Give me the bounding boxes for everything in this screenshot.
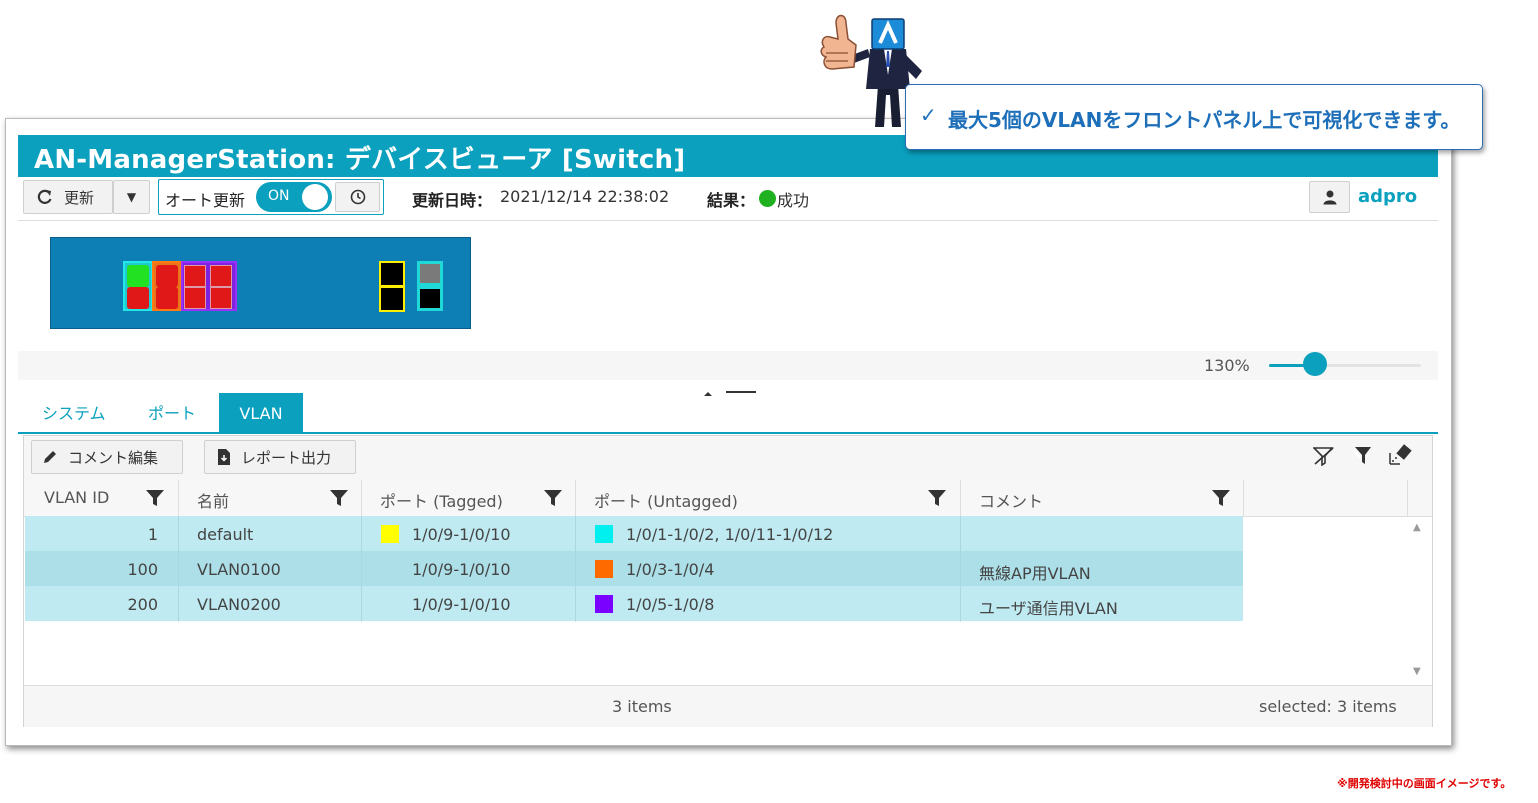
port-6[interactable] (184, 287, 206, 309)
untagged-color-swatch (595, 595, 613, 613)
untagged-color-swatch (595, 560, 613, 578)
caret-down-icon: ▼ (126, 190, 137, 204)
switch-front-panel[interactable] (50, 237, 471, 329)
filter-icon[interactable] (544, 489, 562, 507)
user-icon (1323, 190, 1336, 205)
collapse-icon (704, 391, 756, 396)
cell-vlan-id: 1 (147, 525, 158, 544)
port-2[interactable] (127, 287, 149, 309)
comment-edit-label: コメント編集 (68, 448, 159, 467)
port-12[interactable] (417, 286, 443, 311)
column-header-vlan-id[interactable]: VLAN ID (44, 488, 109, 507)
selected-count: selected: 3 items (1259, 697, 1397, 716)
refresh-label: 更新 (64, 188, 95, 207)
report-output-label: レポート出力 (241, 448, 332, 467)
refresh-interval-button[interactable] (335, 182, 380, 212)
refresh-dropdown-button[interactable]: ▼ (113, 180, 150, 214)
filter-icon[interactable] (928, 489, 946, 507)
footnote: ※開発検討中の画面イメージです。 (1337, 777, 1512, 790)
cell-comment: 無線AP用VLAN (979, 564, 1091, 583)
port-4[interactable] (156, 287, 178, 309)
callout-text: 最大5個のVLANをフロントパネル上で可視化できます。 (948, 108, 1461, 132)
cell-name: VLAN0200 (197, 595, 281, 614)
tab-vlan[interactable]: VLAN (219, 393, 303, 433)
refresh-button[interactable]: 更新 (23, 180, 113, 214)
column-divider (960, 516, 961, 621)
cell-untagged-ports: 1/0/1-1/0/2, 1/0/11-1/0/12 (626, 525, 834, 544)
status-dot-icon (759, 190, 776, 207)
cell-vlan-id: 100 (127, 560, 158, 579)
updated-time-value: 2021/12/14 22:38:02 (500, 187, 670, 206)
updated-time-label: 更新日時： (412, 191, 493, 210)
refresh-icon (37, 189, 52, 204)
auto-refresh-label: オート更新 (165, 191, 246, 210)
port-3[interactable] (156, 265, 178, 287)
untagged-color-swatch (595, 525, 613, 543)
pencil-icon (44, 451, 56, 463)
tab-port[interactable]: ポート (148, 400, 196, 424)
cell-name: default (197, 525, 254, 544)
port-10[interactable] (379, 286, 405, 312)
panel-splitter[interactable] (704, 382, 756, 396)
port-1[interactable] (127, 265, 149, 287)
port-9[interactable] (379, 261, 405, 287)
port-5[interactable] (184, 265, 206, 287)
item-count: 3 items (612, 697, 672, 716)
scroll-down-icon[interactable]: ▼ (1413, 666, 1421, 677)
toggle-knob[interactable] (302, 184, 328, 210)
cell-tagged-ports: 1/0/9-1/0/10 (412, 525, 511, 544)
column-header-comment[interactable]: コメント (979, 488, 1043, 512)
cell-name: VLAN0100 (197, 560, 281, 579)
window-title: AN-ManagerStation: デバイスビューア [Switch] (34, 145, 686, 175)
scroll-up-icon[interactable]: ▲ (1413, 522, 1421, 533)
comment-edit-button[interactable]: コメント編集 (31, 440, 183, 474)
filter-options-icon[interactable] (1352, 446, 1376, 466)
result-label: 結果： (707, 191, 756, 210)
cell-vlan-id: 200 (127, 595, 158, 614)
clear-filter-icon[interactable] (1313, 446, 1335, 466)
column-header-tagged[interactable]: ポート (Tagged) (380, 488, 503, 512)
port-7[interactable] (210, 265, 232, 287)
report-output-button[interactable]: レポート出力 (204, 440, 356, 474)
result-value: 成功 (777, 191, 810, 210)
tab-underline (18, 432, 1438, 434)
clock-icon (350, 189, 365, 205)
cell-untagged-ports: 1/0/3-1/0/4 (626, 560, 715, 579)
cell-tagged-ports: 1/0/9-1/0/10 (412, 560, 511, 579)
column-divider (1407, 480, 1408, 516)
port-8[interactable] (210, 287, 232, 309)
user-button[interactable] (1309, 181, 1350, 213)
filter-icon[interactable] (146, 489, 164, 507)
cell-untagged-ports: 1/0/5-1/0/8 (626, 595, 715, 614)
column-divider (361, 516, 362, 621)
user-name[interactable]: adpro (1358, 186, 1417, 207)
toggle-state-label: ON (268, 188, 290, 204)
cell-tagged-ports: 1/0/9-1/0/10 (412, 595, 511, 614)
zoom-level: 130% (1204, 356, 1250, 375)
column-divider (1243, 480, 1244, 516)
grid-footer (24, 685, 1432, 727)
filter-icon[interactable] (330, 489, 348, 507)
filter-icon[interactable] (1212, 489, 1230, 507)
column-header-untagged[interactable]: ポート (Untagged) (594, 488, 738, 512)
cell-comment: ユーザ通信用VLAN (979, 599, 1118, 618)
zoom-slider-knob[interactable] (1303, 352, 1327, 376)
column-header-name[interactable]: 名前 (197, 488, 229, 512)
file-download-icon (218, 449, 230, 465)
checkmark-icon: ✓ (920, 103, 937, 127)
tagged-color-swatch (381, 525, 399, 543)
tab-system[interactable]: システム (42, 400, 106, 424)
column-divider (575, 516, 576, 621)
port-11[interactable] (417, 261, 443, 286)
clear-format-icon[interactable] (1388, 443, 1414, 467)
column-divider (178, 516, 179, 621)
